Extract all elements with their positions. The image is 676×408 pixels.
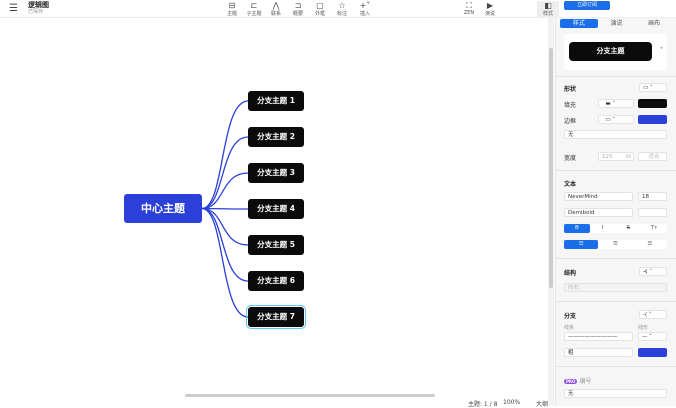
subtopic-icon: ⊏ bbox=[250, 1, 258, 10]
align-left-button[interactable]: ☰ bbox=[564, 240, 599, 249]
text-color-swatch[interactable] bbox=[638, 208, 667, 217]
width-label: 宽度 bbox=[564, 155, 577, 162]
border-style-select[interactable]: ▭ ˅ bbox=[598, 115, 634, 124]
menu-icon[interactable]: ☰ bbox=[9, 3, 18, 14]
italic-button[interactable]: I bbox=[590, 224, 616, 233]
pro-badge: PRO bbox=[564, 379, 578, 384]
topic-button[interactable]: ⊟ 主题 bbox=[221, 1, 243, 17]
fit-button[interactable]: 适合 bbox=[638, 152, 667, 161]
tab-canvas[interactable]: 画布 bbox=[635, 19, 673, 28]
structure-select[interactable]: ⊰ ˅ bbox=[639, 267, 667, 276]
branch-topic[interactable]: 分支主题 5 bbox=[248, 235, 304, 255]
zoom-level[interactable]: 100% bbox=[503, 399, 520, 406]
numbering-select[interactable]: 无 bbox=[564, 389, 667, 398]
insert-button[interactable]: +˅ 插入 bbox=[354, 1, 376, 17]
relationship-icon: ⋀ bbox=[272, 1, 280, 10]
shape-select[interactable]: ▭ ˅ bbox=[639, 83, 667, 92]
branch-topic[interactable]: 分支主题 7 bbox=[246, 305, 306, 329]
branch-select[interactable]: -( ˅ bbox=[639, 310, 667, 319]
font-weight-select[interactable]: Demibold bbox=[564, 208, 633, 217]
zen-button[interactable]: ⛶ ZEN bbox=[458, 1, 480, 16]
summary-button[interactable]: ⊐ 概要 bbox=[287, 1, 309, 17]
fill-label: 填充 bbox=[564, 102, 577, 109]
topic-icon: ⊟ bbox=[228, 1, 236, 10]
line-style-label: 线形 bbox=[638, 325, 649, 331]
align-center-button[interactable]: ☰ bbox=[598, 240, 632, 249]
style-panel: 样式 演说 画布 分支主题 ˅ 形状 ▭ ˅ 填充 ▬ ˅ 边框 ▭ ˅ 无 宽度… bbox=[555, 18, 676, 406]
plus-icon: +˅ bbox=[359, 1, 371, 10]
fill-color-swatch[interactable] bbox=[638, 99, 667, 108]
branch-topic[interactable]: 分支主题 6 bbox=[248, 271, 304, 291]
bold-button[interactable]: B bbox=[564, 224, 590, 233]
border-pattern-select[interactable]: 无 bbox=[564, 130, 667, 139]
present-icon: ▶ bbox=[486, 1, 494, 10]
numbering-heading[interactable]: PRO 编号 bbox=[564, 376, 592, 385]
branch-topic[interactable]: 分支主题 1 bbox=[248, 91, 304, 111]
style-preview[interactable]: 分支主题 ˅ bbox=[564, 34, 667, 70]
branch-line bbox=[201, 100, 249, 210]
zen-icon: ⛶ bbox=[466, 1, 472, 10]
width-input[interactable]: 125 PX bbox=[598, 152, 634, 161]
tab-present[interactable]: 演说 bbox=[598, 19, 636, 28]
text-case-button[interactable]: Tт bbox=[641, 224, 667, 233]
strikethrough-button[interactable]: S bbox=[616, 224, 642, 233]
callout-icon: ☆ bbox=[338, 1, 346, 10]
save-status: 已保存 bbox=[28, 9, 44, 15]
central-topic[interactable]: 中心主题 bbox=[124, 194, 202, 223]
line-end-select[interactable]: — ˅ bbox=[638, 332, 667, 341]
fill-style-select[interactable]: ▬ ˅ bbox=[598, 99, 634, 108]
shape-heading[interactable]: 形状 bbox=[564, 84, 576, 93]
text-heading[interactable]: 文本 bbox=[564, 179, 576, 188]
topic-count: 主题: 1 / 8 bbox=[468, 401, 498, 408]
direction-select[interactable]: 向右 bbox=[564, 283, 667, 292]
horizontal-scrollbar[interactable] bbox=[185, 394, 435, 397]
font-size-select[interactable]: 18 bbox=[638, 192, 667, 201]
style-button[interactable]: ◧ 样式 bbox=[537, 1, 559, 17]
tab-style[interactable]: 样式 bbox=[560, 19, 598, 28]
callout-button[interactable]: ☆ 标注 bbox=[331, 1, 353, 17]
border-color-swatch[interactable] bbox=[638, 115, 667, 124]
line-select[interactable]: ————————— bbox=[564, 332, 633, 341]
branch-color-swatch[interactable] bbox=[638, 348, 667, 357]
outline-button[interactable]: 大纲 bbox=[536, 399, 548, 408]
branch-line bbox=[201, 207, 249, 318]
subscribe-button[interactable]: 立即订阅 bbox=[564, 1, 610, 10]
relationship-button[interactable]: ⋀ 联系 bbox=[265, 1, 287, 17]
line-label: 线条 bbox=[564, 325, 575, 331]
branch-line bbox=[201, 207, 249, 210]
branch-heading[interactable]: 分支 bbox=[564, 311, 576, 320]
summary-icon: ⊐ bbox=[294, 1, 302, 10]
boundary-icon: ▢ bbox=[316, 1, 324, 10]
border-label: 边框 bbox=[564, 118, 577, 125]
chevron-down-icon[interactable]: ˅ bbox=[660, 47, 663, 54]
toolbar: ☰ 逻辑图 已保存 ⊟ 主题 ⊏ 子主题 ⋀ 联系 ⊐ 概要 ▢ 外框 ☆ 标注 +˅ 插入 … bbox=[0, 0, 676, 18]
branch-line bbox=[201, 172, 249, 210]
scroll-thumb[interactable] bbox=[549, 48, 553, 288]
style-icon: ◧ bbox=[544, 1, 552, 10]
font-family-select[interactable]: NeverMind bbox=[564, 192, 633, 201]
vertical-scrollbar[interactable] bbox=[548, 18, 554, 406]
line-thickness-select[interactable]: 粗 bbox=[564, 348, 633, 357]
branch-line bbox=[201, 207, 249, 246]
branch-topic[interactable]: 分支主题 2 bbox=[248, 127, 304, 147]
subtopic-button[interactable]: ⊏ 子主题 bbox=[243, 1, 265, 17]
present-button[interactable]: ▶ 演说 bbox=[479, 1, 501, 17]
structure-heading[interactable]: 结构 bbox=[564, 268, 576, 277]
branch-topic[interactable]: 分支主题 3 bbox=[248, 163, 304, 183]
align-right-button[interactable]: ☰ bbox=[633, 240, 667, 249]
boundary-button[interactable]: ▢ 外框 bbox=[309, 1, 331, 17]
branch-topic[interactable]: 分支主题 4 bbox=[248, 199, 304, 219]
